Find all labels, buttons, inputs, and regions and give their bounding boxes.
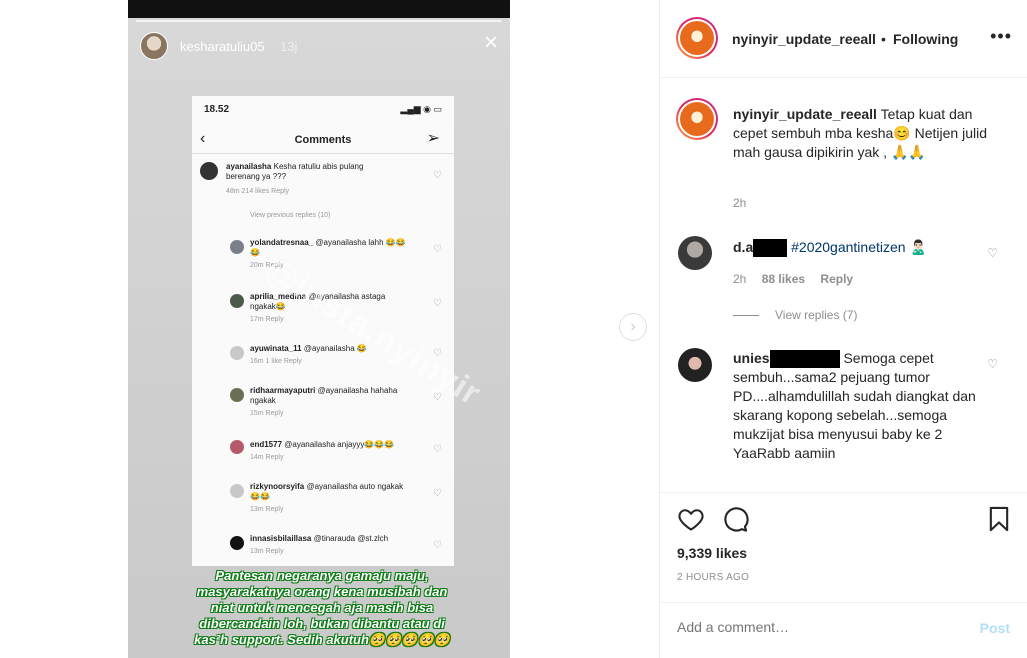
post-media-area: kesharatuliu05 13j × 18.52 ▂▄▆ ◉ ▭ ‹ Com… <box>0 0 659 658</box>
header-username[interactable]: nyinyir_update_reeall <box>732 31 876 47</box>
story-username: kesharatuliu05 <box>180 39 265 54</box>
phone-comments-header: ‹ Comments ➢ <box>192 126 454 154</box>
avatar <box>230 294 244 308</box>
post-side-panel: nyinyir_update_reeall • Following ••• ny… <box>659 0 1027 658</box>
comment-meta: 2h 88 likes Reply <box>733 272 865 286</box>
heart-icon: ♡ <box>433 298 442 309</box>
caption-text-block: nyinyir_update_reeall Tetap kuat dan cep… <box>733 105 995 162</box>
comment-likes[interactable]: 88 likes <box>762 272 805 286</box>
story-caption-overlay: Pantesan negaranya gamaju maju, masyarak… <box>194 568 450 647</box>
following-button[interactable]: Following <box>893 31 958 47</box>
reply-button[interactable]: Reply <box>820 272 853 286</box>
avatar[interactable] <box>678 236 712 270</box>
heart-icon: ♡ <box>433 244 442 255</box>
heart-icon: ♡ <box>433 170 442 181</box>
comment-username[interactable]: d.a <box>733 239 788 258</box>
avatar[interactable] <box>676 98 718 140</box>
close-icon: × <box>483 29 498 56</box>
view-replies-button[interactable]: View replies (7) <box>733 308 857 322</box>
heart-icon: ♡ <box>433 540 442 551</box>
phone-status-time: 18.52 <box>204 104 230 115</box>
heart-icon[interactable]: ♡ <box>987 357 998 371</box>
phone-comment-meta: 13m Reply <box>250 548 284 555</box>
post-actions: 9,339 likes 2 HOURS AGO <box>660 492 1027 602</box>
send-icon: ➢ <box>426 130 440 147</box>
add-comment-bar: Post <box>660 602 1027 658</box>
phone-screenshot: 18.52 ▂▄▆ ◉ ▭ ‹ Comments ➢ ayanailasha K… <box>192 96 454 566</box>
phone-comment-meta: 13m Reply <box>250 506 284 513</box>
phone-comment-user: ayanailasha <box>226 162 272 171</box>
phone-comment-user: rizkynoorsyifa <box>250 482 305 491</box>
comment-username[interactable]: unies <box>733 350 840 369</box>
avatar <box>230 346 244 360</box>
caption-username[interactable]: nyinyir_update_reeall <box>733 106 877 122</box>
story-top-bar <box>128 0 510 18</box>
phone-comment-user: yolandatresnaa_ <box>250 238 314 247</box>
avatar <box>230 440 244 454</box>
more-icon[interactable]: ••• <box>990 26 1012 47</box>
phone-comment-meta: 14m Reply <box>250 454 284 461</box>
comment-text-block: d.a #2020gantinetizen 🙎🏻‍♂️ <box>733 238 995 258</box>
avatar <box>200 162 218 180</box>
phone-comment-meta: 17m Reply <box>250 316 284 323</box>
next-arrow-icon[interactable]: › <box>619 313 647 341</box>
phone-comments-title: Comments <box>294 134 352 146</box>
phone-comment-user: end1577 <box>250 440 283 449</box>
avatar <box>230 240 244 254</box>
avatar <box>230 536 244 550</box>
story-screenshot: kesharatuliu05 13j × 18.52 ▂▄▆ ◉ ▭ ‹ Com… <box>128 0 510 658</box>
caption-time: 2h <box>733 196 747 210</box>
phone-comment-user: innasisbilaillasa <box>250 534 312 543</box>
story-avatar <box>140 32 168 60</box>
heart-icon: ♡ <box>433 444 442 455</box>
phone-comment-user: ayuwinata_11 <box>250 344 302 353</box>
phone-comment-meta: 16m 1 like Reply <box>250 358 302 365</box>
instagram-post-view: kesharatuliu05 13j × 18.52 ▂▄▆ ◉ ▭ ‹ Com… <box>0 0 1027 658</box>
comments-list: nyinyir_update_reeall Tetap kuat dan cep… <box>660 78 1027 492</box>
avatar <box>230 484 244 498</box>
phone-comment-user: ridhaarmayaputri <box>250 386 316 395</box>
add-comment-input[interactable] <box>677 619 967 635</box>
bookmark-icon[interactable] <box>985 505 1013 533</box>
avatar[interactable] <box>676 17 718 59</box>
post-comment-button[interactable]: Post <box>980 620 1010 636</box>
phone-comment-text: @tinarauda @st.zlch <box>313 534 389 543</box>
story-time: 13j <box>280 39 298 54</box>
comment-hashtag[interactable]: #2020gantinetizen 🙎🏻‍♂️ <box>791 239 927 255</box>
comment-icon[interactable] <box>721 505 749 533</box>
comment-text-block: unies Semoga cepet sembuh...sama2 pejuan… <box>733 349 995 463</box>
story-progress-bar <box>136 20 502 22</box>
heart-icon: ♡ <box>433 488 442 499</box>
heart-icon[interactable]: ♡ <box>987 246 998 260</box>
signal-icon: ▂▄▆ ◉ ▭ <box>400 104 442 114</box>
like-heart-icon[interactable] <box>677 505 705 533</box>
avatar <box>230 388 244 402</box>
comment-time: 2h <box>733 272 747 286</box>
phone-comment-text: @ayanailasha anjayyy😂😂😂 <box>284 440 395 449</box>
post-header: nyinyir_update_reeall • Following ••• <box>660 0 1027 78</box>
avatar[interactable] <box>678 348 712 382</box>
phone-comment-meta: 15m Reply <box>250 410 284 417</box>
phone-comment-meta: 48m 214 likes Reply <box>226 188 290 195</box>
header-separator: • <box>881 31 886 47</box>
post-time-ago: 2 HOURS AGO <box>677 572 750 583</box>
phone-view-previous: View previous replies (10) <box>250 212 331 219</box>
likes-count[interactable]: 9,339 likes <box>677 545 747 561</box>
